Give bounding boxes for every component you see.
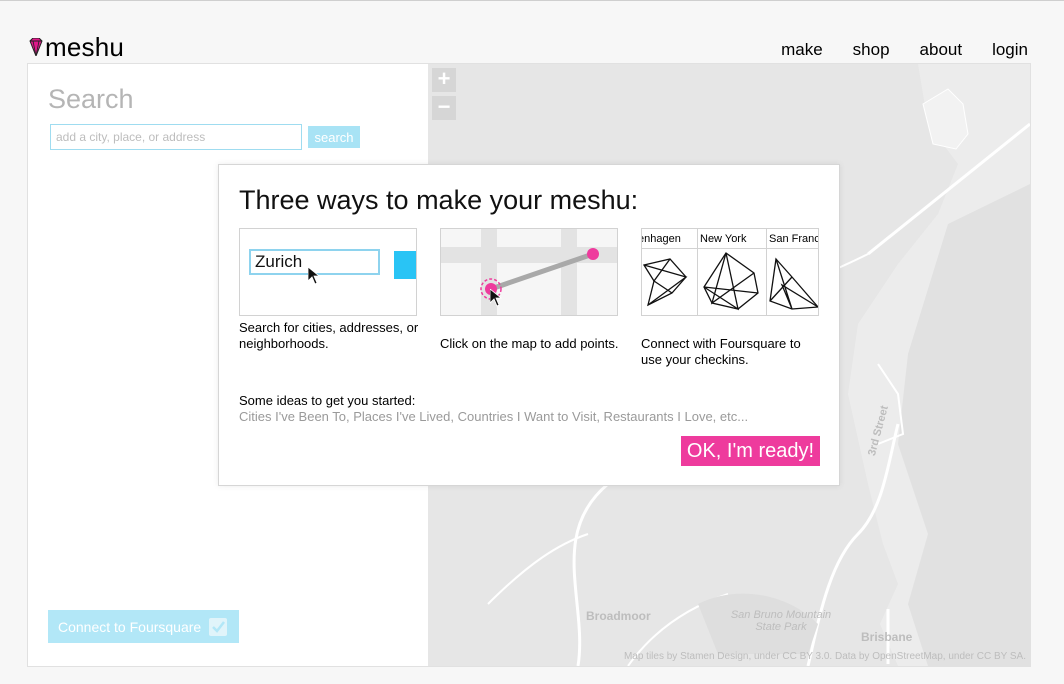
zoom-in-button[interactable]: + xyxy=(432,68,456,92)
search-heading: Search xyxy=(48,84,134,114)
intro-modal: Three ways to make your meshu: Zurich Se… xyxy=(218,164,840,486)
map-label-broadmoor: Broadmoor xyxy=(586,609,651,623)
map-attribution: Map tiles by Stamen Design, under CC BY … xyxy=(623,651,1026,662)
search-input[interactable] xyxy=(50,124,302,150)
map-label-brisbane: Brisbane xyxy=(861,630,913,644)
ideas-list: Cities I've Been To, Places I've Lived, … xyxy=(239,409,749,424)
foursquare-button-label: Connect to Foursquare xyxy=(58,618,202,635)
logo-text: meshu xyxy=(45,32,125,62)
search-button[interactable]: search xyxy=(308,126,360,148)
top-border xyxy=(0,0,1064,1)
nav-login[interactable]: login xyxy=(992,40,1028,60)
logo[interactable]: meshu xyxy=(29,32,124,62)
demo-search-button xyxy=(394,251,416,279)
nav-shop[interactable]: shop xyxy=(853,40,890,60)
main-nav: make shop about login xyxy=(781,40,1028,60)
map-demo-panel xyxy=(440,228,618,316)
foursquare-demo-panel: enhagen New York San Franc xyxy=(641,228,819,316)
nav-about[interactable]: about xyxy=(920,40,963,60)
map-label-san-bruno: San Bruno Mountain State Park xyxy=(730,609,832,633)
search-demo-panel: Zurich xyxy=(239,228,417,316)
caption-foursquare: Connect with Foursquare to use your chec… xyxy=(641,336,801,367)
connect-foursquare-button[interactable]: Connect to Foursquare xyxy=(48,610,239,643)
ideas-label: Some ideas to get you started: xyxy=(239,393,416,408)
modal-title: Three ways to make your meshu: xyxy=(239,185,639,215)
caption-map-click: Click on the map to add points. xyxy=(440,336,619,351)
nav-make[interactable]: make xyxy=(781,40,823,60)
cursor-icon xyxy=(490,289,502,307)
gem-logo-icon xyxy=(29,38,43,56)
map-demo-graphic xyxy=(441,229,617,315)
meshu-shapes xyxy=(642,252,818,311)
checkmark-icon xyxy=(209,617,228,636)
caption-search: Search for cities, addresses, or neighbo… xyxy=(239,320,419,351)
ok-ready-button[interactable]: OK, I'm ready! xyxy=(681,436,820,466)
cursor-icon xyxy=(308,267,320,285)
zoom-out-button[interactable]: − xyxy=(432,96,456,120)
